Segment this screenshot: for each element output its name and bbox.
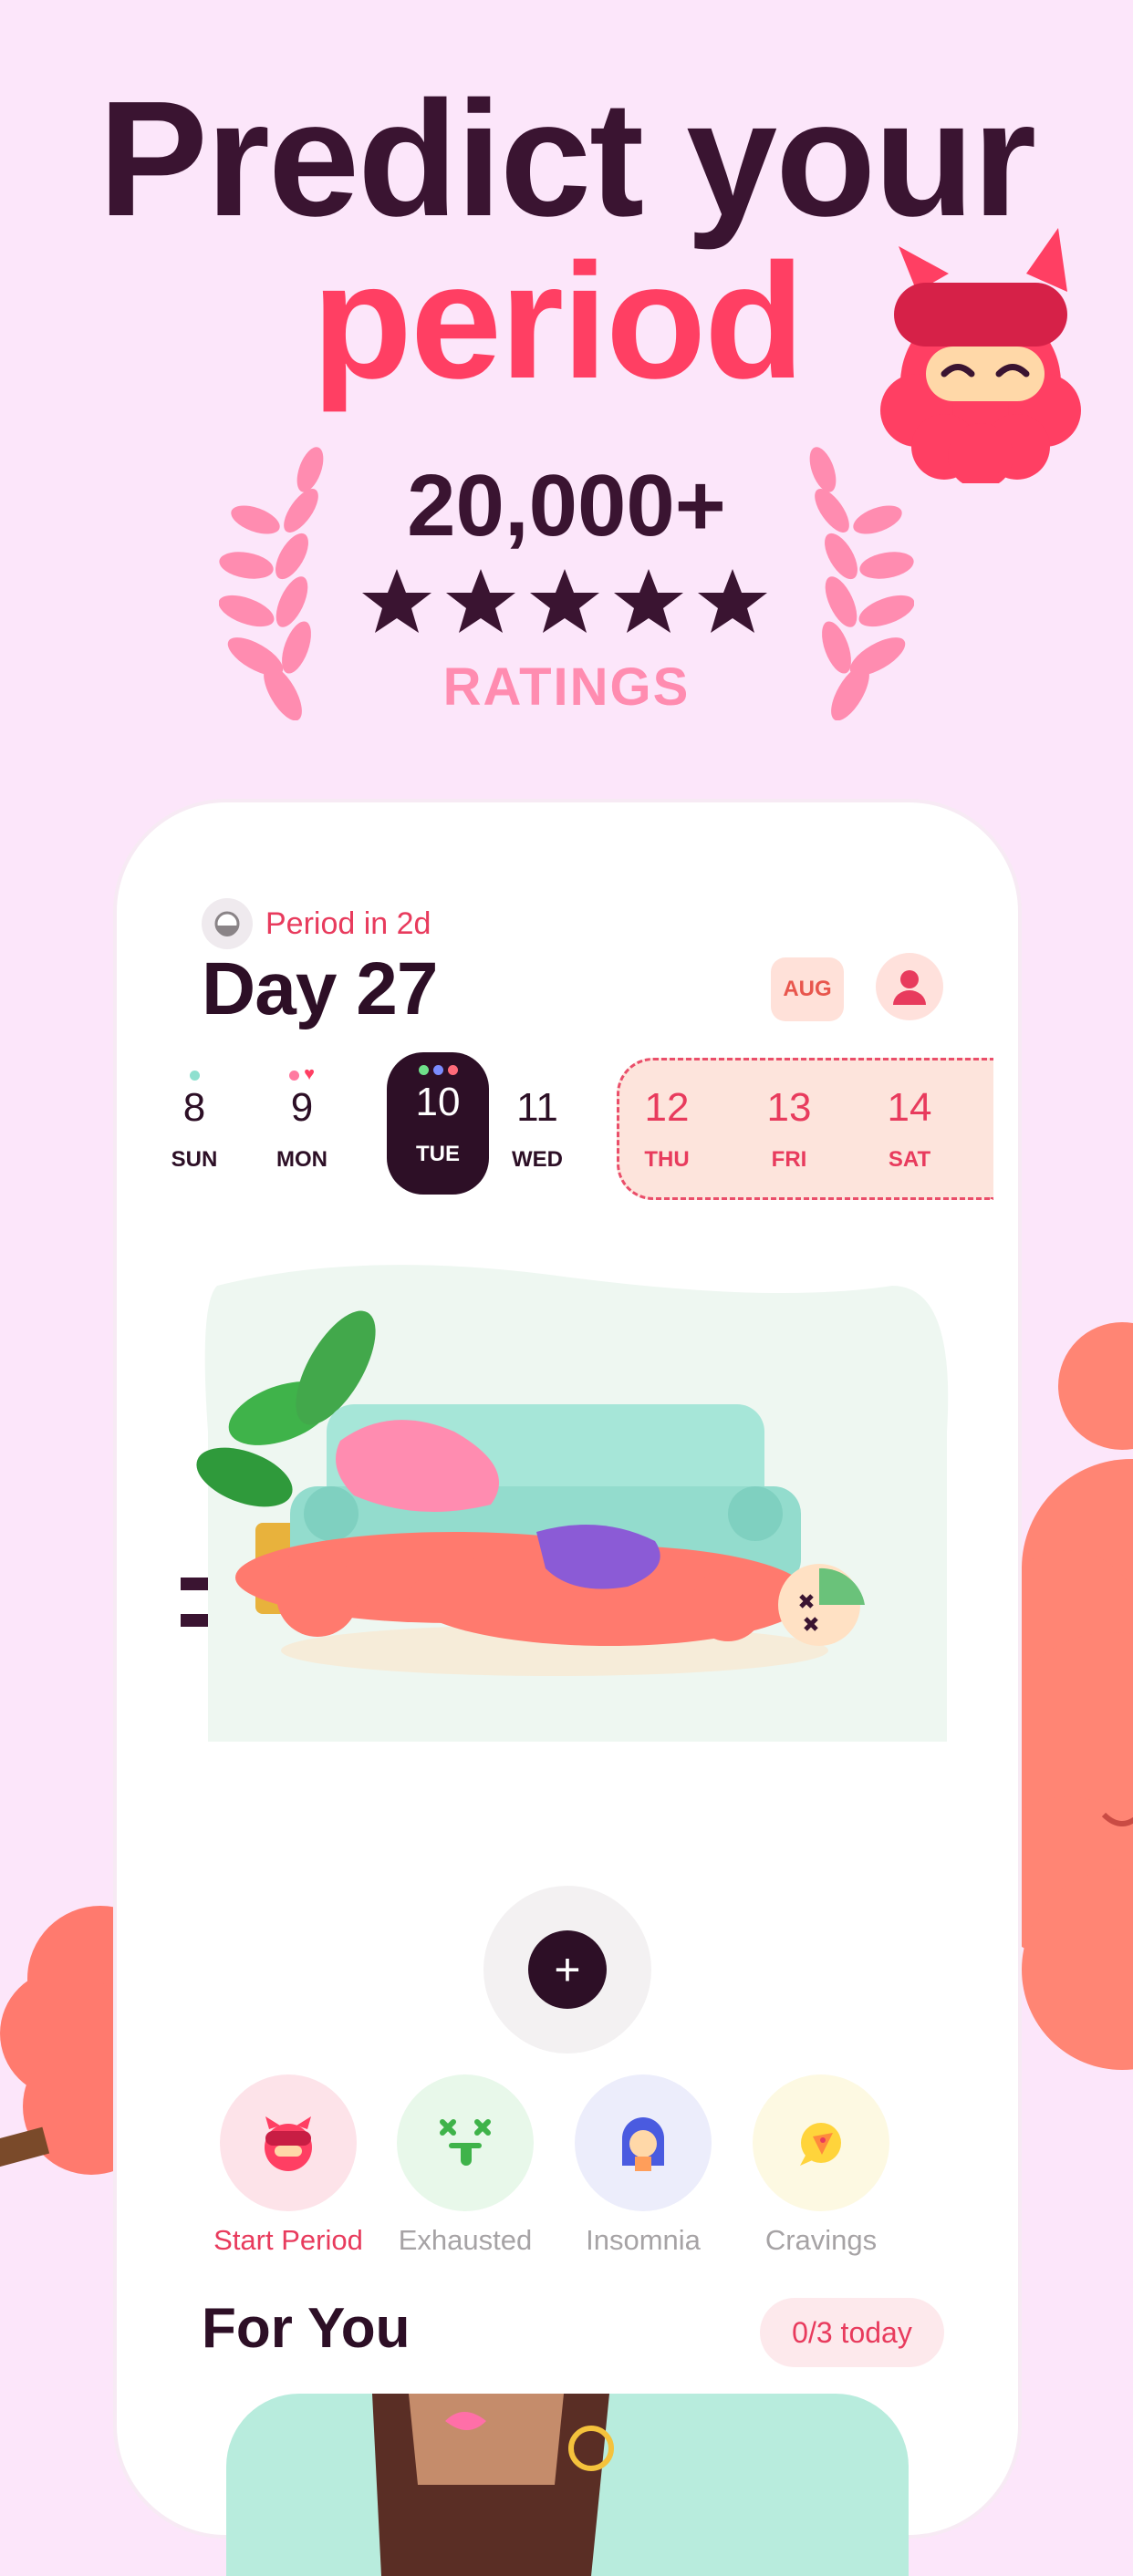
ratings-label: RATINGS — [442, 657, 691, 717]
log-dot — [432, 1065, 443, 1075]
day-number: 10 — [415, 1080, 461, 1124]
quick-action-label: Start Period — [213, 2224, 363, 2256]
week-day-mon[interactable]: ♥ 9 MON — [252, 1058, 352, 1204]
ninja-mascot-icon — [880, 228, 1081, 483]
day-number: 14 — [887, 1085, 932, 1130]
quick-action-label: Cravings — [764, 2224, 878, 2256]
pizza-icon — [800, 2123, 841, 2166]
day-number: 12 — [644, 1085, 690, 1130]
person-icon — [893, 970, 926, 1005]
quick-action-start-period[interactable]: Start Period — [197, 2074, 379, 2257]
day-log-dots — [387, 1065, 489, 1075]
ninja-icon — [265, 2116, 312, 2171]
day-name: FRI — [771, 1147, 807, 1172]
quick-action-insomnia[interactable]: Insomnia — [552, 2074, 734, 2257]
woman-illustration-icon — [372, 2394, 614, 2576]
exhausted-face-icon — [440, 2119, 491, 2166]
day-log-dots — [144, 1071, 244, 1081]
ratings-count: 20,000+ — [407, 457, 726, 554]
quick-action-exhausted[interactable]: Exhausted — [374, 2074, 556, 2257]
quick-action-label: Insomnia — [586, 2224, 701, 2256]
day-name: TUE — [416, 1142, 460, 1166]
day-title: Day 27 — [202, 947, 438, 1030]
tired-sheep-illustration — [181, 1265, 949, 1742]
period-status-text: Period in 2d — [265, 905, 431, 941]
day-number: 13 — [766, 1085, 812, 1130]
week-day-tue[interactable]: 10 TUE — [387, 1052, 489, 1195]
day-name: THU — [644, 1147, 690, 1172]
week-day-sun[interactable]: 8 SUN — [144, 1058, 244, 1204]
day-number: 8 — [182, 1085, 206, 1130]
profile-avatar-button[interactable] — [876, 953, 943, 1020]
add-log-halo: + — [483, 1886, 651, 2054]
calendar-month-button[interactable]: AUG — [771, 957, 844, 1021]
log-dot — [418, 1065, 429, 1075]
week-day-wed[interactable]: 11 WED — [487, 1058, 587, 1204]
headline-line-1: Predict your — [98, 67, 1036, 251]
day-name: SUN — [171, 1147, 218, 1172]
for-you-title: For You — [202, 2297, 411, 2360]
five-stars-icon — [362, 569, 767, 633]
quick-action-cravings[interactable]: Cravings — [730, 2074, 912, 2257]
today-progress-badge[interactable]: 0/3 today — [760, 2298, 944, 2367]
log-dot — [189, 1071, 200, 1081]
heart-icon: ♥ — [304, 1064, 315, 1084]
insomnia-face-icon — [622, 2117, 664, 2171]
for-you-card[interactable] — [226, 2394, 909, 2576]
day-name: MON — [276, 1147, 327, 1172]
moon-icon — [202, 898, 253, 949]
sheep-blob-right-icon — [1013, 1322, 1133, 2070]
log-dot — [289, 1071, 300, 1081]
phone-frame: Period in 2d Day 27 AUG 8 SUN ♥ 9 MON 10 TUE 11… — [117, 802, 1018, 2576]
week-day-thu[interactable]: 12 THU — [617, 1058, 717, 1204]
day-number: 11 — [516, 1085, 558, 1130]
day-name: SAT — [888, 1147, 931, 1172]
day-number: 9 — [290, 1085, 314, 1130]
log-dot — [447, 1065, 458, 1075]
week-day-sat[interactable]: 14 SAT — [859, 1058, 960, 1204]
day-name: WED — [512, 1147, 563, 1172]
day-log-dots: ♥ — [252, 1064, 352, 1084]
week-strip: 8 SUN ♥ 9 MON 10 TUE 11 WED 12 THU 13 FRI 14 SAT — [117, 1052, 1018, 1213]
week-day-fri[interactable]: 13 FRI — [739, 1058, 839, 1204]
sheep-blob-left-icon — [0, 1906, 128, 2175]
period-status[interactable]: Period in 2d — [202, 898, 431, 949]
add-log-button[interactable]: + — [528, 1930, 607, 2009]
quick-action-label: Exhausted — [398, 2224, 533, 2256]
